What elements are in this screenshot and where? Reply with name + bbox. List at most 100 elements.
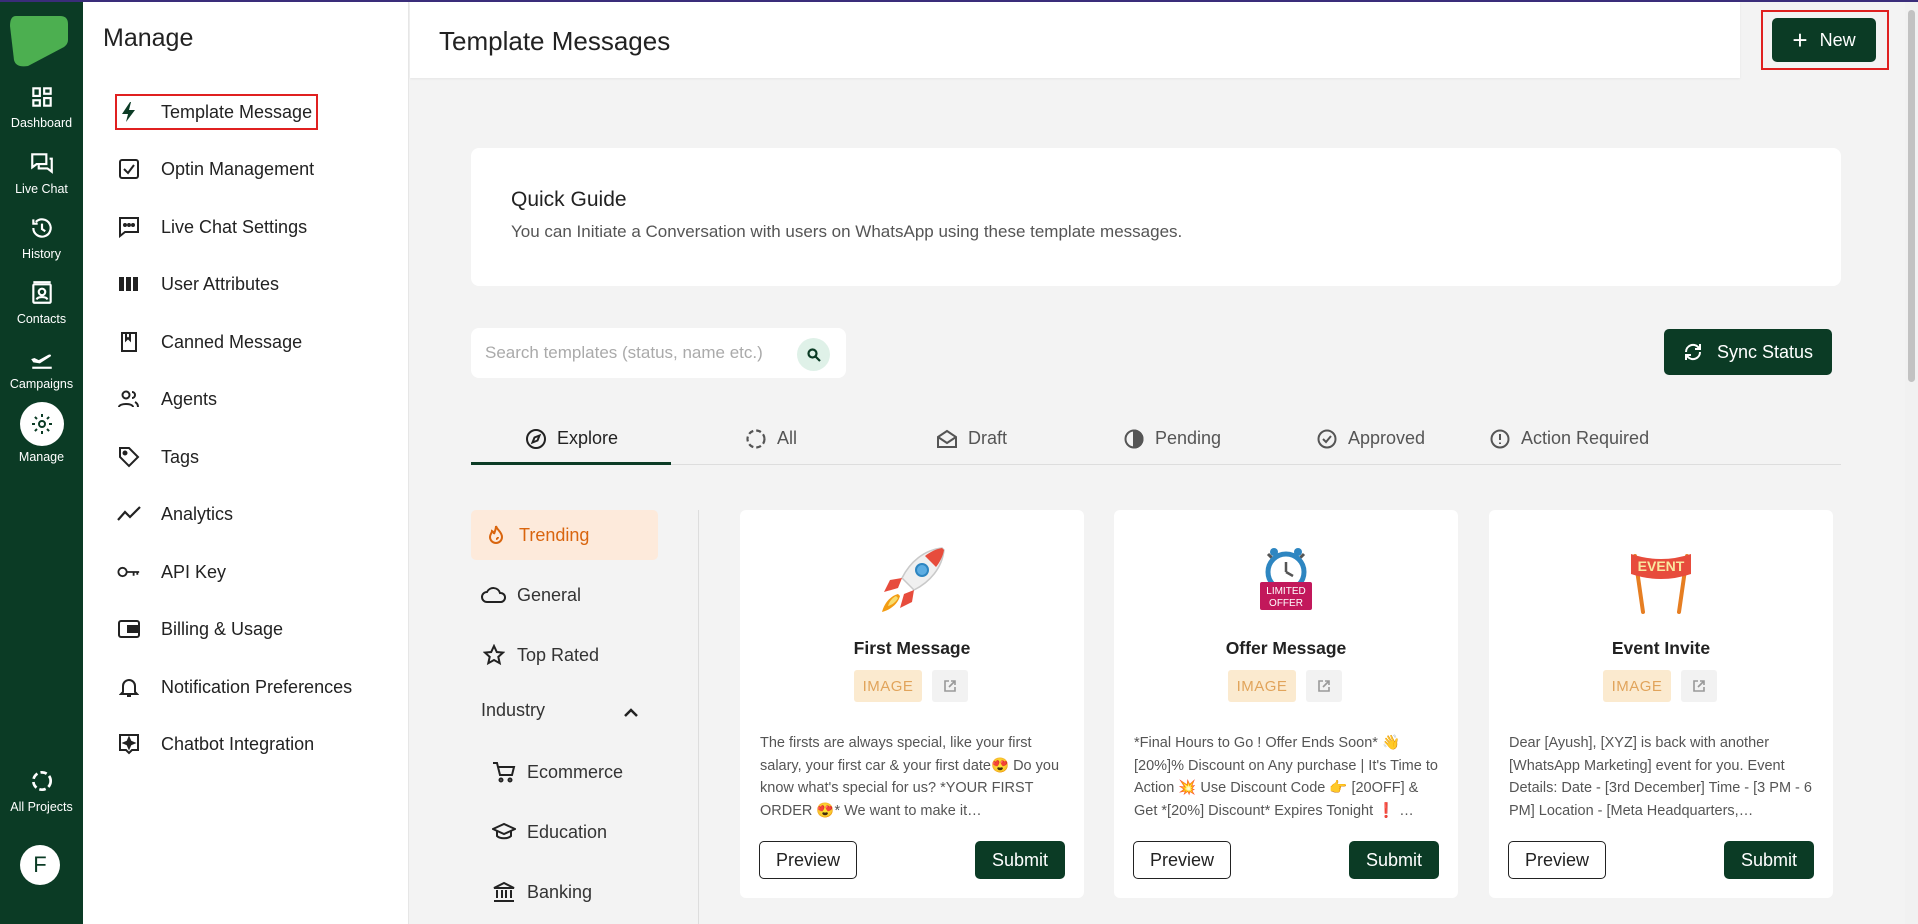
rocket-icon [860, 528, 964, 632]
new-button[interactable]: + New [1772, 18, 1876, 62]
wallet-icon [117, 617, 141, 641]
menu-title: Manage [103, 24, 194, 52]
category-banking[interactable]: Banking [491, 867, 592, 917]
card-message-text: *Final Hours to Go ! Offer Ends Soon* 👋 … [1134, 735, 1438, 819]
sync-icon [1684, 343, 1701, 361]
active-tab-indicator [471, 462, 671, 465]
chevron-up-icon[interactable] [623, 708, 639, 718]
menu-item-billing-usage[interactable]: Billing & Usage [117, 613, 283, 645]
search-input[interactable] [485, 340, 785, 366]
guide-title: Quick Guide [511, 188, 627, 211]
external-link-icon [1318, 680, 1330, 692]
bank-icon [491, 879, 517, 905]
spinner-icon [31, 770, 52, 792]
submit-button[interactable]: Submit [975, 841, 1065, 879]
check-circle-icon [1316, 428, 1338, 450]
logo[interactable] [8, 14, 70, 68]
tab-pending[interactable]: Pending [1123, 412, 1221, 465]
preview-button[interactable]: Preview [1508, 841, 1606, 879]
category-education[interactable]: Education [491, 807, 607, 857]
compass-icon [525, 428, 547, 450]
menu-item-tags[interactable]: Tags [117, 441, 199, 473]
menu-item-agents[interactable]: Agents [117, 383, 217, 415]
tab-explore[interactable]: Explore [525, 412, 618, 465]
card-title: Event Invite [1611, 638, 1711, 658]
rail-item-manage[interactable]: Manage [0, 402, 83, 464]
menu-item-label: User Attributes [161, 273, 280, 294]
menu-item-analytics[interactable]: Analytics [117, 498, 233, 530]
category-top-rated[interactable]: Top Rated [481, 630, 599, 680]
menu-item-notification-preferences[interactable]: Notification Preferences [117, 671, 352, 703]
submit-button[interactable]: Submit [1349, 841, 1439, 879]
menu-item-label: Billing & Usage [161, 618, 284, 639]
dashboard-icon [31, 87, 52, 107]
sync-status-button[interactable]: Sync Status [1664, 329, 1832, 375]
menu-item-label: Optin Management [161, 158, 315, 179]
tag-icon [117, 445, 141, 469]
menu-item-template-message[interactable]: Template Message [114, 94, 319, 130]
tab-approved[interactable]: Approved [1316, 412, 1425, 465]
category-trending[interactable]: Trending [471, 510, 658, 560]
external-link-icon [944, 680, 956, 692]
fire-icon [483, 522, 509, 548]
rail-item-live-chat[interactable]: Live Chat [0, 150, 83, 196]
card-title: First Message [853, 638, 971, 658]
category-ecommerce[interactable]: Ecommerce [491, 747, 623, 797]
menu-item-live-chat-settings[interactable]: Live Chat Settings [117, 211, 307, 243]
limited-offer-icon: LIMITED OFFER [1234, 528, 1338, 632]
page-header: Template Messages [410, 2, 1740, 78]
menu-item-chatbot-integration[interactable]: Chatbot Integration [117, 728, 314, 760]
rail-item-history[interactable]: History [0, 215, 83, 261]
category-label: Banking [527, 881, 593, 902]
chat-dots-icon [117, 215, 141, 239]
history-icon [31, 218, 52, 238]
preview-button[interactable]: Preview [1133, 841, 1231, 879]
trend-icon [117, 502, 141, 526]
menu-item-canned-message[interactable]: Canned Message [117, 326, 302, 358]
star-icon [481, 642, 507, 668]
rail-label: History [22, 247, 61, 261]
avatar[interactable]: F [20, 845, 60, 885]
menu-item-user-attributes[interactable]: User Attributes [117, 268, 279, 300]
bolt-icon [117, 100, 141, 124]
menu-item-label: Template Message [161, 101, 313, 122]
search-button[interactable] [797, 338, 830, 371]
menu-item-label: Analytics [161, 503, 234, 524]
gear-icon [31, 414, 52, 434]
scrollbar-thumb[interactable] [1908, 10, 1915, 382]
rail-item-campaigns[interactable]: Campaigns [0, 345, 83, 391]
menu-item-label: Canned Message [161, 331, 303, 352]
people-icon [117, 387, 141, 411]
tab-draft[interactable]: Draft [936, 412, 1007, 465]
sync-status-label: Sync Status [1716, 341, 1814, 362]
rail-item-all-projects[interactable]: All Projects [0, 768, 83, 814]
rail-item-dashboard[interactable]: Dashboard [0, 84, 83, 130]
cloud-icon [481, 582, 507, 608]
industry-heading[interactable]: Industry [481, 700, 545, 721]
guide-description: You can Initiate a Conversation with use… [511, 222, 1183, 241]
open-external-button[interactable] [1681, 670, 1717, 702]
tab-label: Explore [557, 428, 619, 448]
half-circle-icon [1123, 428, 1145, 450]
preview-button[interactable]: Preview [759, 841, 857, 879]
menu-item-api-key[interactable]: API Key [117, 556, 226, 588]
tab-action-required[interactable]: Action Required [1489, 412, 1649, 465]
card-title: Offer Message [1225, 638, 1347, 658]
submit-button[interactable]: Submit [1724, 841, 1814, 879]
alert-circle-icon [1489, 428, 1511, 450]
tab-all[interactable]: All [745, 412, 797, 465]
vertical-scrollbar[interactable] [1905, 2, 1918, 924]
rail-item-contacts[interactable]: Contacts [0, 280, 83, 326]
image-badge: IMAGE [1603, 670, 1671, 702]
spinner-icon [745, 428, 767, 450]
manage-menu: Manage Template Message Optin Management… [83, 2, 409, 924]
open-external-button[interactable] [1306, 670, 1342, 702]
bell-icon [117, 675, 141, 699]
event-banner-text: EVENT [1638, 558, 1685, 574]
menu-item-optin-management[interactable]: Optin Management [117, 153, 314, 185]
chat-icon [30, 153, 53, 174]
rail-label: All Projects [10, 800, 73, 814]
open-external-button[interactable] [932, 670, 968, 702]
category-general[interactable]: General [481, 570, 581, 620]
event-banner-icon: EVENT [1609, 528, 1713, 632]
